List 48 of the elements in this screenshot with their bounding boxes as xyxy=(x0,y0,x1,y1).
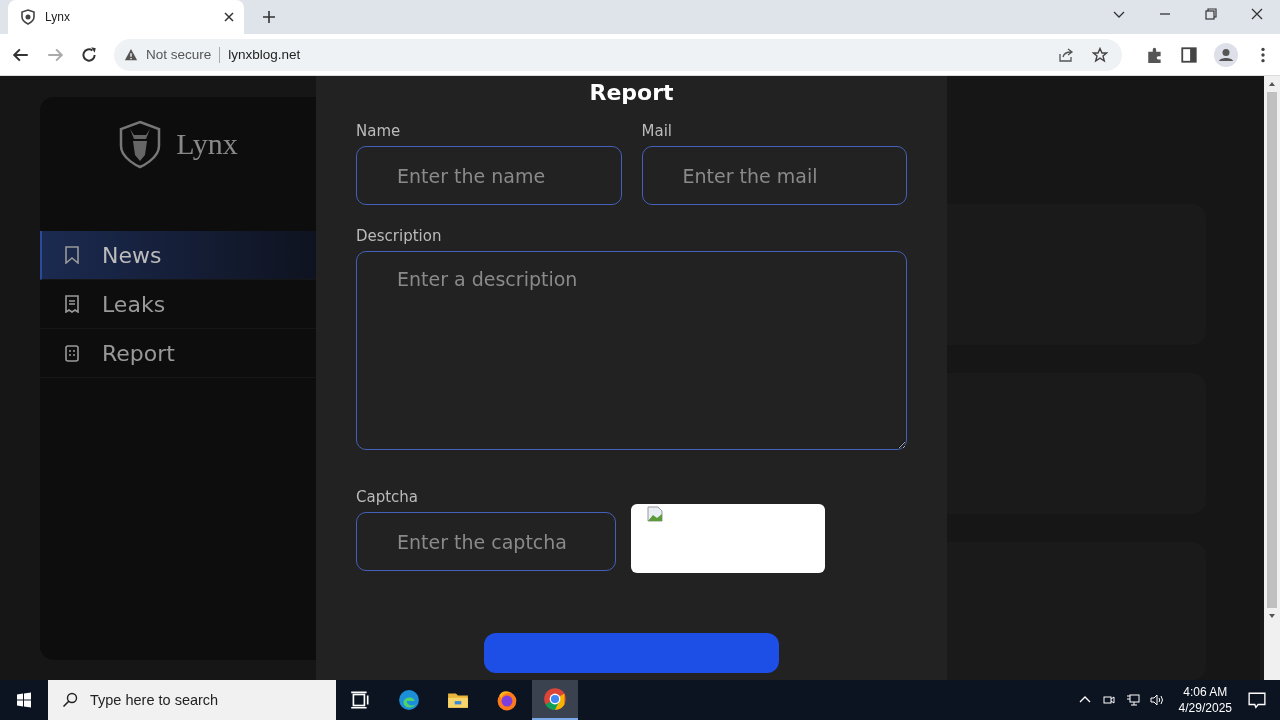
windows-icon[interactable] xyxy=(16,692,32,708)
puzzle-icon[interactable] xyxy=(1146,45,1164,64)
field-label: Captcha xyxy=(356,488,418,506)
warning-icon xyxy=(124,47,138,62)
side-panel-icon[interactable] xyxy=(1180,45,1198,64)
browser-tab[interactable]: Lynx xyxy=(8,0,244,34)
chrome-taskbar-button[interactable] xyxy=(532,680,578,720)
reload-icon[interactable] xyxy=(80,45,98,64)
broken-image-icon xyxy=(647,506,663,522)
receipt-icon xyxy=(64,295,80,313)
clipboard-icon xyxy=(64,344,80,362)
shield-icon xyxy=(20,9,36,25)
input-field[interactable]: Enter the name xyxy=(356,146,622,205)
star-icon[interactable] xyxy=(1092,46,1108,63)
field-label: Mail xyxy=(641,122,672,140)
camera-icon[interactable] xyxy=(1101,693,1116,707)
tab-title: Lynx xyxy=(45,10,71,24)
security-label: Not secure xyxy=(146,47,212,62)
bookmark-icon xyxy=(64,246,80,264)
description-field[interactable]: Enter a description xyxy=(356,251,907,450)
share-icon[interactable] xyxy=(1058,46,1074,63)
captcha-field[interactable]: Enter the captcha xyxy=(356,512,616,571)
taskbar-search-field[interactable]: Type here to search xyxy=(48,680,336,720)
logo-text: Lynx xyxy=(176,127,238,161)
dialog-title: Report xyxy=(589,79,674,107)
profile-icon[interactable] xyxy=(1214,42,1238,67)
speaker-icon[interactable] xyxy=(1149,693,1164,707)
clock[interactable]: 4:06 AM 4/29/2025 xyxy=(1178,684,1232,716)
plus-icon[interactable] xyxy=(262,10,276,24)
scrollbar[interactable] xyxy=(1264,76,1280,680)
task-view-icon[interactable] xyxy=(349,689,371,711)
network-icon[interactable] xyxy=(1125,693,1140,707)
address-bar[interactable]: Not secure lynxblog.net xyxy=(114,38,1122,71)
sidebar-item[interactable]: News xyxy=(40,231,316,280)
chrome-icon xyxy=(543,687,567,711)
input-field[interactable]: Enter the mail xyxy=(641,146,907,205)
url-text: lynxblog.net xyxy=(228,47,301,62)
field-label: Description xyxy=(356,227,442,245)
lynx-head-icon xyxy=(118,119,163,169)
field-label: Name xyxy=(356,122,401,140)
close-icon[interactable] xyxy=(224,12,234,22)
scroll-thumb[interactable] xyxy=(1267,92,1277,608)
firefox-icon[interactable] xyxy=(496,689,518,711)
notification-icon[interactable] xyxy=(1248,691,1266,709)
close-icon[interactable] xyxy=(1250,7,1264,21)
restore-icon[interactable] xyxy=(1204,7,1218,21)
edge-icon[interactable] xyxy=(398,689,420,711)
search-icon xyxy=(62,692,78,708)
